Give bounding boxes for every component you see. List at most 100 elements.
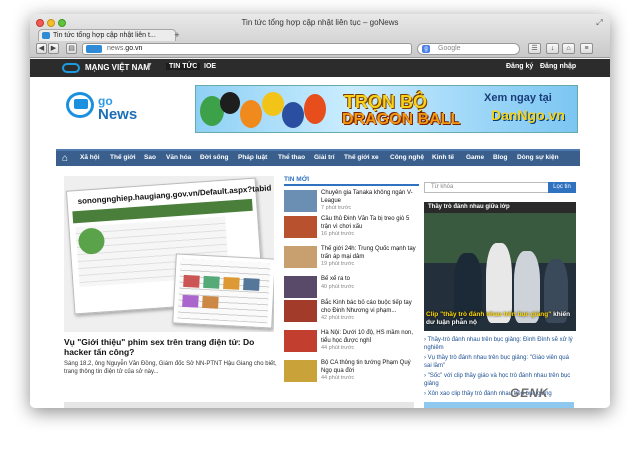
fullscreen-icon[interactable]: ⤢ xyxy=(595,18,604,27)
nav-kinh-te[interactable]: Kinh tế xyxy=(432,154,454,161)
url-domain: go.vn xyxy=(125,45,143,52)
news-time: 7 phút trước xyxy=(321,205,352,211)
browser-window: Tin tức tổng hợp cập nhật liên tục – goN… xyxy=(30,14,610,408)
news-title: Bế xế ra to xyxy=(321,276,351,282)
banner-ad[interactable]: TRỌN BỘ DRAGON BALL Xem ngay tại DanNgo.… xyxy=(195,85,578,133)
topnav-tin-tuc[interactable]: TIN TỨC xyxy=(166,63,201,70)
nav-cong-nghe[interactable]: Công nghệ xyxy=(390,154,424,161)
filter-news-button[interactable]: Lọc tin xyxy=(548,182,576,193)
main-content: sonongnghiep.haugiang.gov.vn/Default.asp… xyxy=(56,174,580,408)
news-title: Cầu thủ Đinh Văn Ta bị treo giò 5 trận v… xyxy=(321,216,410,230)
news-thumbnail xyxy=(284,360,317,382)
list-item[interactable]: Thế giới 24h: Trung Quốc mạnh tay trấn á… xyxy=(284,246,419,272)
news-time: 16 phút trước xyxy=(321,231,355,237)
news-title: Thế giới 24h: Trung Quốc mạnh tay trấn á… xyxy=(321,246,416,260)
toolbar: ◀ ▶ ▤ news.go.vn g Google ☰ ↓ ⌂ ≡ xyxy=(30,41,610,58)
list-item[interactable]: Bế xế ra to 40 phút trước xyxy=(284,276,419,302)
news-time: 44 phút trước xyxy=(321,375,355,381)
banner-right2: DanNgo.vn xyxy=(491,107,565,123)
nav-blog[interactable]: Blog xyxy=(493,154,507,161)
news-title: Bộ CA thông tin tướng Phạm Quý Ngọ qua đ… xyxy=(321,360,411,374)
nav-dong-su-kien[interactable]: Dòng sự kiện xyxy=(517,154,559,161)
list-item[interactable]: Cầu thủ Đinh Văn Ta bị treo giò 5 trận v… xyxy=(284,216,419,242)
top-navigation: MẠNG VIỆT NAM ▼ TIN TỨC IOE Đăng ký Đăng… xyxy=(30,59,610,77)
featured-title[interactable]: Vụ "Giới thiệu" phim sex trên trang điện… xyxy=(64,337,279,357)
video-heading: Thầy trò đánh nhau giữa lớp xyxy=(424,202,576,213)
nav-the-gioi[interactable]: Thế giới xyxy=(110,154,136,161)
video-player[interactable]: Clip "thầy trò đánh nhau trên bục giảng"… xyxy=(424,213,576,331)
login-link[interactable]: Đăng nhập xyxy=(540,63,576,70)
list-item[interactable]: Hà Nội: Dưới 10 độ, HS mầm non, tiểu học… xyxy=(284,330,419,356)
window-title: Tin tức tổng hợp cập nhật liên tục – goN… xyxy=(241,18,399,27)
news-time: 42 phút trước xyxy=(321,315,355,321)
nav-game[interactable]: Game xyxy=(466,154,484,161)
featured-image[interactable]: sonongnghiep.haugiang.gov.vn/Default.asp… xyxy=(64,176,274,332)
news-title: Chuyên gia Tanaka không ngán V-League xyxy=(321,190,413,204)
news-thumbnail xyxy=(284,216,317,238)
home-icon[interactable]: ⌂ xyxy=(62,153,73,164)
topnav-ioe[interactable]: IOE xyxy=(204,63,216,70)
new-tab-button[interactable]: + xyxy=(170,29,184,41)
news-thumbnail xyxy=(284,276,317,298)
news-thumbnail xyxy=(284,246,317,268)
video-caption: Clip "thầy trò đánh nhau trên bục giảng"… xyxy=(426,311,574,327)
google-icon: g xyxy=(422,45,430,53)
banner-right1: Xem ngay tại xyxy=(484,92,552,104)
nav-giai-tri[interactable]: Giải trí xyxy=(314,154,335,161)
genk-watermark: GENK xyxy=(510,386,549,400)
nav-sao[interactable]: Sao xyxy=(144,154,156,161)
download-icon[interactable]: ↓ xyxy=(546,43,559,54)
nav-the-gioi-xe[interactable]: Thế giới xe xyxy=(344,154,379,161)
latest-news-heading: TIN MỚI xyxy=(284,176,419,186)
nav-the-thao[interactable]: Thể thao xyxy=(278,154,305,161)
news-title: Hà Nội: Dưới 10 độ, HS mầm non, tiểu học… xyxy=(321,330,413,344)
home-icon[interactable]: ⌂ xyxy=(562,43,575,54)
main-navigation: ⌂ Xã hội Thế giới Sao Văn hóa Đời sống P… xyxy=(56,149,580,166)
back-icon[interactable]: ◀ xyxy=(36,43,47,54)
news-thumbnail xyxy=(284,300,317,322)
chevron-down-icon[interactable]: ▼ xyxy=(146,62,153,69)
sidebar-icon[interactable]: ▤ xyxy=(66,43,77,54)
brand-link[interactable]: MẠNG VIỆT NAM xyxy=(85,63,150,72)
nav-xa-hoi[interactable]: Xã hội xyxy=(80,154,100,161)
latest-news-column: TIN MỚI Chuyên gia Tanaka không ngán V-L… xyxy=(284,176,419,382)
tab-title: Tin tức tổng hợp cập nhật liên t... xyxy=(53,32,156,39)
nav-van-hoa[interactable]: Văn hóa xyxy=(166,154,191,161)
url-prefix: news. xyxy=(107,45,126,52)
mangvietnam-logo-icon[interactable] xyxy=(62,63,80,73)
address-bar[interactable]: news.go.vn xyxy=(82,43,412,55)
forward-icon[interactable]: ▶ xyxy=(48,43,59,54)
related-link[interactable]: › Vụ thầy trò đánh nhau trên bục giảng: … xyxy=(424,354,576,370)
related-link[interactable]: › Xôn xao clip thầy trò đánh nhau trên b… xyxy=(424,390,576,398)
banner-characters xyxy=(200,90,330,130)
bookmarks-icon[interactable]: ☰ xyxy=(528,43,541,54)
search-input[interactable]: g Google xyxy=(417,43,520,55)
news-thumbnail xyxy=(284,330,317,352)
logo-news-text[interactable]: News xyxy=(98,106,137,123)
video-caption-prefix: Clip "thầy trò đánh nhau trên bục giảng" xyxy=(426,311,552,318)
banner-line2: DRAGON BALL xyxy=(342,111,461,128)
tab-active[interactable]: Tin tức tổng hợp cập nhật liên t... xyxy=(38,29,176,41)
title-bar: Tin tức tổng hợp cập nhật liên tục – goN… xyxy=(30,14,610,58)
tab-favicon-icon xyxy=(42,32,50,39)
related-link[interactable]: › Thầy-trò đánh nhau trên bục giảng: Đìn… xyxy=(424,336,576,352)
list-item[interactable]: Chuyên gia Tanaka không ngán V-League 7 p… xyxy=(284,190,419,216)
news-thumbnail xyxy=(284,190,317,212)
bottom-ad-strip[interactable] xyxy=(424,402,574,408)
menu-icon[interactable]: ≡ xyxy=(580,43,593,54)
content-divider xyxy=(64,402,414,408)
featured-screenshot-inset xyxy=(172,253,274,329)
banner-line1: TRỌN BỘ xyxy=(344,92,427,112)
nav-doi-song[interactable]: Đời sống xyxy=(200,154,228,161)
list-item[interactable]: Bắc Kinh bác bỏ cáo buộc tiếp tay cho Đi… xyxy=(284,300,419,326)
news-time: 40 phút trước xyxy=(321,283,355,290)
register-link[interactable]: Đăng ký xyxy=(506,63,533,70)
site-favicon-icon xyxy=(86,45,102,53)
news-time: 44 phút trước xyxy=(321,345,355,351)
list-item[interactable]: Bộ CA thông tin tướng Phạm Quý Ngọ qua đ… xyxy=(284,360,419,386)
nav-phap-luat[interactable]: Pháp luật xyxy=(238,154,267,161)
news-title: Bắc Kinh bác bỏ cáo buộc tiếp tay cho Đi… xyxy=(321,300,412,314)
related-links: › Thầy-trò đánh nhau trên bục giảng: Đìn… xyxy=(424,336,576,400)
featured-summary: Sáng 18.2, ông Nguyễn Văn Đồng, Giám đốc… xyxy=(64,361,277,375)
related-link[interactable]: › "Sốc" với clip thầy giáo và học trò đá… xyxy=(424,372,576,388)
